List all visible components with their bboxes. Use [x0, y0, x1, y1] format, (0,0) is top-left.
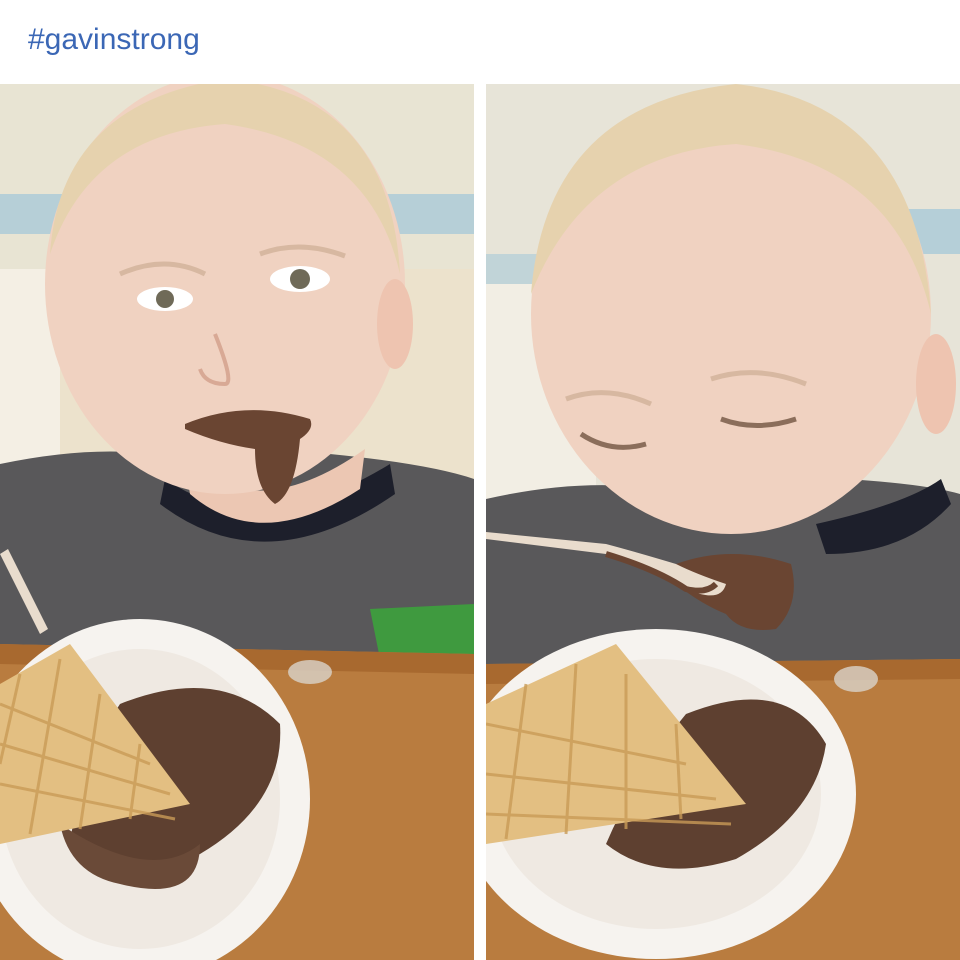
photo-right[interactable] — [486, 84, 960, 960]
photo-boy-eating-from-spoon — [486, 84, 960, 960]
photo-boy-looking-at-camera — [0, 84, 474, 960]
hashtag-link[interactable]: #gavinstrong — [28, 20, 200, 60]
photo-left[interactable] — [0, 84, 474, 960]
